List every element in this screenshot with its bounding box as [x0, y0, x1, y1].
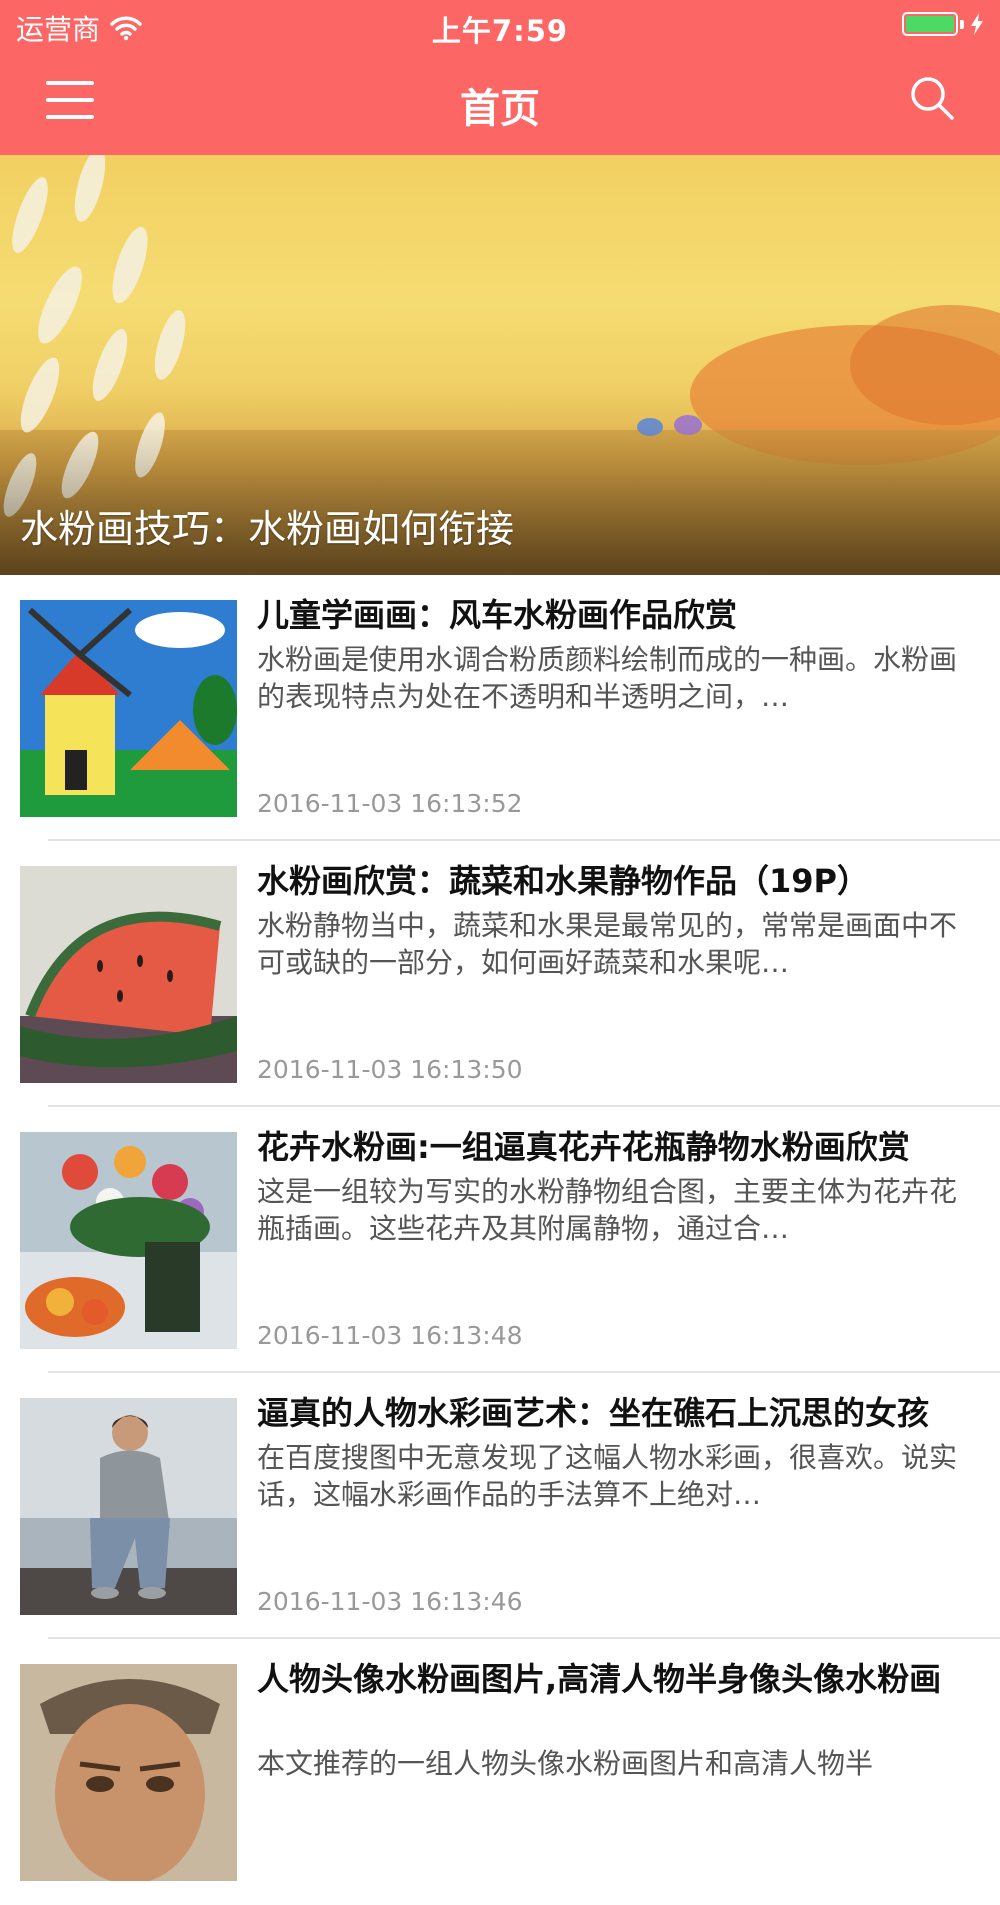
article-item[interactable]: 花卉水粉画:一组逼真花卉花瓶静物水粉画欣赏 这是一组较为写实的水粉静物组合图，主…	[0, 1107, 1000, 1373]
battery-level-fill	[906, 16, 954, 32]
article-summary: 本文推荐的一组人物头像水粉画图片和高清人物半	[257, 1747, 874, 1780]
article-thumbnail	[20, 1664, 237, 1881]
article-list: 儿童学画画：风车水粉画作品欣赏 水粉画是使用水调合粉质颜料绘制而成的一种画。水粉…	[0, 575, 1000, 1905]
status-bar: 运营商 上午7:59	[0, 0, 1000, 50]
portrait-painting-image	[20, 1664, 237, 1881]
watermelon-painting-image	[20, 866, 237, 1083]
article-title: 水粉画欣赏：蔬菜和水果静物作品（19P）	[257, 862, 869, 900]
hero-banner[interactable]: 水粉画技巧：水粉画如何衔接	[0, 155, 1000, 575]
windmill-painting-image	[20, 600, 237, 817]
article-item[interactable]: 水粉画欣赏：蔬菜和水果静物作品（19P） 水粉静物当中，蔬菜和水果是最常见的，常…	[0, 841, 1000, 1107]
hero-caption: 水粉画技巧：水粉画如何衔接	[20, 507, 515, 551]
article-timestamp: 2016-11-03 16:13:50	[257, 1055, 523, 1084]
article-title: 儿童学画画：风车水粉画作品欣赏	[257, 596, 738, 634]
article-item[interactable]: 儿童学画画：风车水粉画作品欣赏 水粉画是使用水调合粉质颜料绘制而成的一种画。水粉…	[0, 575, 1000, 841]
article-thumbnail	[20, 866, 237, 1083]
article-title: 逼真的人物水彩画艺术：坐在礁石上沉思的女孩	[257, 1394, 930, 1432]
article-thumbnail	[20, 1398, 237, 1615]
battery-indicator	[902, 12, 984, 36]
article-item[interactable]: 逼真的人物水彩画艺术：坐在礁石上沉思的女孩 在百度搜图中无意发现了这幅人物水彩画…	[0, 1373, 1000, 1639]
charging-bolt-icon	[971, 13, 983, 35]
article-summary: 水粉画是使用水调合粉质颜料绘制而成的一种画。水粉画的表现特点为处在不透明和半透明…	[257, 643, 958, 713]
article-summary: 水粉静物当中，蔬菜和水果是最常见的，常常是画面中不可或缺的一部分，如何画好蔬菜和…	[257, 909, 958, 979]
battery-icon	[902, 12, 958, 36]
article-summary: 在百度搜图中无意发现了这幅人物水彩画，很喜欢。说实话，这幅水彩画作品的手法算不上…	[257, 1441, 958, 1511]
status-time: 上午7:59	[431, 14, 569, 48]
article-summary: 这是一组较为写实的水粉静物组合图，主要主体为花卉花瓶插画。这些花卉及其附属静物，…	[257, 1175, 958, 1245]
girl-on-rock-painting-image	[20, 1398, 237, 1615]
battery-tip	[960, 19, 964, 29]
article-timestamp: 2016-11-03 16:13:48	[257, 1321, 523, 1350]
flower-vase-painting-image	[20, 1132, 237, 1349]
search-icon[interactable]	[908, 74, 956, 122]
article-title: 人物头像水粉画图片,高清人物半身像头像水粉画	[257, 1660, 942, 1698]
article-title: 花卉水粉画:一组逼真花卉花瓶静物水粉画欣赏	[257, 1128, 910, 1166]
article-item[interactable]: 人物头像水粉画图片,高清人物半身像头像水粉画 本文推荐的一组人物头像水粉画图片和…	[0, 1639, 1000, 1905]
nav-bar: 首页	[0, 50, 1000, 155]
article-timestamp: 2016-11-03 16:13:52	[257, 789, 523, 818]
article-timestamp: 2016-11-03 16:13:46	[257, 1587, 523, 1616]
app-header: 运营商 上午7:59 首页	[0, 0, 1000, 155]
article-thumbnail	[20, 600, 237, 817]
page-title: 首页	[460, 86, 540, 132]
article-thumbnail	[20, 1132, 237, 1349]
